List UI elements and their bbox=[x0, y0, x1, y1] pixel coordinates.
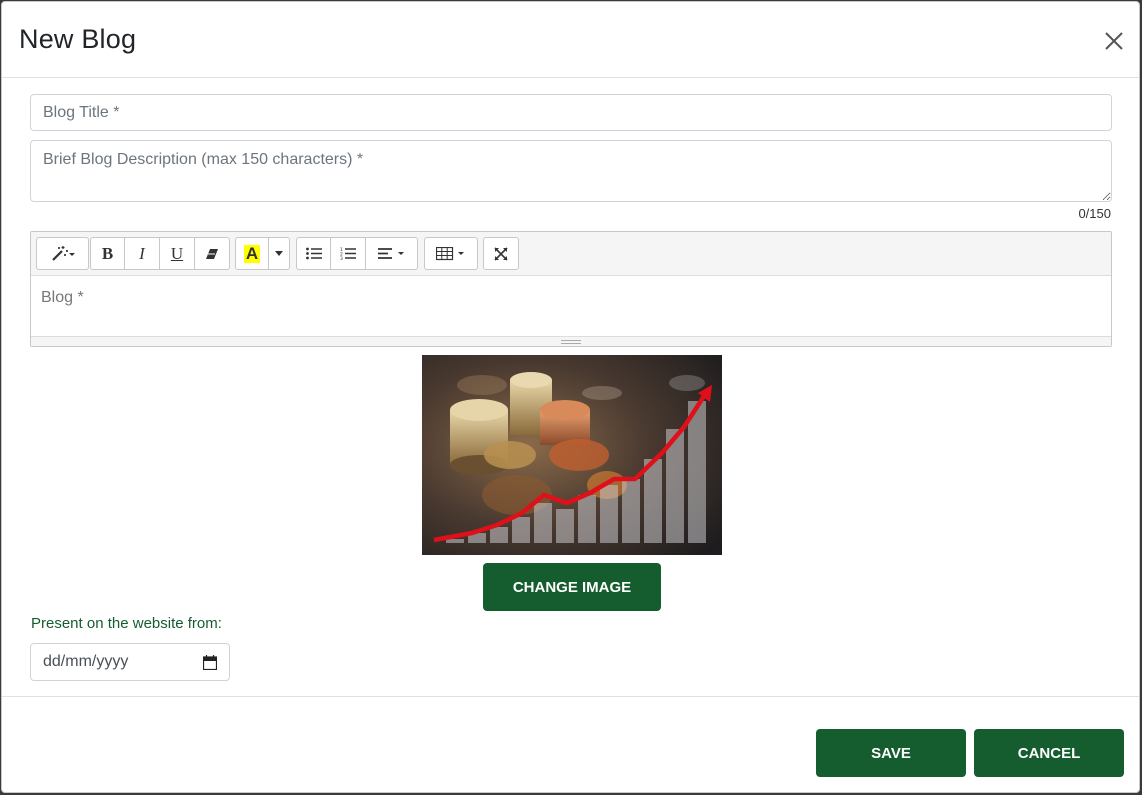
unordered-list-icon bbox=[305, 247, 322, 260]
fullscreen-button[interactable] bbox=[483, 237, 519, 270]
underline-icon: U bbox=[170, 243, 184, 263]
clear-format-button[interactable] bbox=[194, 237, 230, 270]
unordered-list-button[interactable] bbox=[296, 237, 331, 270]
highlight-color-icon: A bbox=[243, 243, 261, 263]
underline-button[interactable]: U bbox=[159, 237, 195, 270]
svg-text:3: 3 bbox=[340, 256, 343, 260]
italic-button[interactable]: I bbox=[124, 237, 160, 270]
eraser-icon bbox=[206, 248, 218, 259]
font-style-group: B I U bbox=[90, 237, 230, 270]
save-button[interactable]: SAVE bbox=[816, 729, 966, 777]
color-group: A bbox=[235, 237, 290, 270]
bold-button[interactable]: B bbox=[90, 237, 125, 270]
blog-title-input[interactable] bbox=[30, 94, 1112, 131]
close-icon bbox=[1105, 32, 1123, 50]
ordered-list-icon: 1 2 3 bbox=[340, 247, 356, 260]
modal-title: New Blog bbox=[19, 24, 137, 54]
publish-date-input[interactable]: dd/mm/yyyy bbox=[30, 643, 230, 681]
table-icon bbox=[436, 246, 464, 260]
table-group bbox=[424, 237, 478, 270]
align-dropdown-button[interactable] bbox=[365, 237, 418, 270]
editor-content-area[interactable]: Blog * bbox=[31, 277, 1111, 337]
close-button[interactable] bbox=[1101, 28, 1127, 54]
grip-icon bbox=[561, 339, 581, 344]
coins-growth-chart-image bbox=[422, 355, 722, 555]
color-dropdown-button[interactable] bbox=[268, 237, 290, 270]
magic-wand-icon bbox=[51, 245, 75, 261]
editor-toolbar: B I U A 1 2 3 bbox=[31, 232, 1111, 276]
blog-image-preview bbox=[422, 355, 722, 555]
description-char-count: 0/150 bbox=[1078, 206, 1111, 221]
blog-description-input[interactable] bbox=[30, 140, 1112, 202]
style-dropdown-button[interactable] bbox=[36, 237, 89, 270]
paragraph-group: 1 2 3 bbox=[296, 237, 418, 270]
footer-divider bbox=[2, 696, 1139, 697]
ordered-list-button[interactable]: 1 2 3 bbox=[330, 237, 366, 270]
table-dropdown-button[interactable] bbox=[424, 237, 478, 270]
align-icon bbox=[377, 247, 404, 259]
cancel-button[interactable]: CANCEL bbox=[974, 729, 1124, 777]
new-blog-modal: New Blog 0/150 B I U bbox=[1, 1, 1140, 793]
fullscreen-icon bbox=[494, 246, 508, 261]
view-group bbox=[483, 237, 519, 270]
date-placeholder: dd/mm/yyyy bbox=[43, 653, 129, 670]
modal-header: New Blog bbox=[2, 2, 1139, 78]
bold-icon: B bbox=[101, 243, 114, 263]
caret-down-icon bbox=[275, 250, 283, 256]
calendar-icon[interactable] bbox=[203, 654, 217, 670]
publish-date-label: Present on the website from: bbox=[31, 615, 222, 632]
highlight-color-button[interactable]: A bbox=[235, 237, 269, 270]
rich-text-editor: B I U A 1 2 3 Blog * bbox=[30, 231, 1112, 347]
change-image-button[interactable]: CHANGE IMAGE bbox=[483, 563, 661, 611]
editor-resize-handle[interactable] bbox=[31, 336, 1111, 346]
style-group bbox=[36, 237, 89, 270]
italic-icon: I bbox=[139, 243, 145, 263]
